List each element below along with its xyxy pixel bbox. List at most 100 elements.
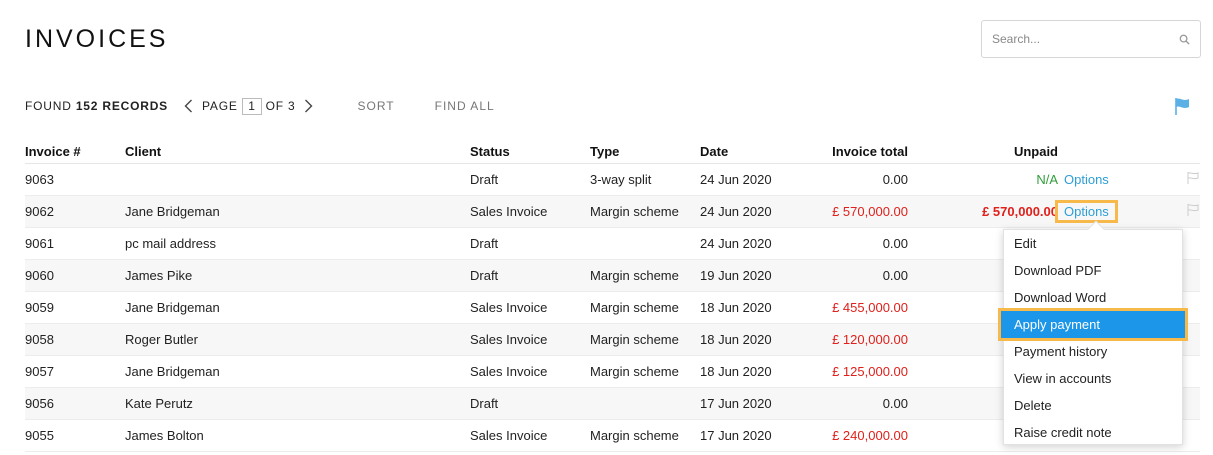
status: Sales Invoice <box>470 419 590 452</box>
options-link[interactable]: Options <box>1058 171 1115 188</box>
client-name <box>125 163 470 196</box>
header-client[interactable]: Client <box>125 141 470 164</box>
page-title: INVOICES <box>25 25 169 53</box>
find-all-button[interactable]: FIND ALL <box>435 99 495 113</box>
flag-icon[interactable] <box>1186 203 1200 217</box>
found-count: 152 RECORDS <box>75 99 168 113</box>
page-of-label: OF 3 <box>265 99 296 113</box>
table-row[interactable]: 9063 Draft 3-way split 24 Jun 2020 0.00 … <box>25 163 1200 196</box>
header-unpaid[interactable]: Unpaid <box>908 141 1058 164</box>
invoice-total: £ 570,000.00 <box>795 195 908 228</box>
invoice-total: £ 125,000.00 <box>795 355 908 388</box>
header-type[interactable]: Type <box>590 141 700 164</box>
flag-cell <box>1125 163 1200 196</box>
invoice-total: 0.00 <box>795 259 908 292</box>
client-name: James Pike <box>125 259 470 292</box>
chevron-left-icon <box>184 99 193 113</box>
invoice-date: 17 Jun 2020 <box>700 387 795 420</box>
menu-item-apply-payment[interactable]: Apply payment <box>998 308 1188 341</box>
menu-item-download-pdf[interactable]: Download PDF <box>1004 257 1182 284</box>
invoice-date: 18 Jun 2020 <box>700 323 795 356</box>
client-name: Jane Bridgeman <box>125 195 470 228</box>
invoice-number[interactable]: 9062 <box>25 195 125 228</box>
unpaid-amount: £ 570,000.00 <box>908 195 1058 228</box>
options-dropdown-menu: Edit Download PDF Download Word Apply pa… <box>998 220 1188 446</box>
invoice-type <box>590 387 700 420</box>
invoice-number[interactable]: 9060 <box>25 259 125 292</box>
flag-icon[interactable] <box>1186 171 1200 185</box>
status: Draft <box>470 163 590 196</box>
flag-icon[interactable] <box>1173 96 1193 116</box>
menu-item-raise-credit-note[interactable]: Raise credit note <box>1004 419 1182 446</box>
unpaid-amount: N/A <box>908 163 1058 196</box>
status: Sales Invoice <box>470 291 590 324</box>
next-page-button[interactable] <box>302 97 316 115</box>
menu-item-payment-history[interactable]: Payment history <box>1004 338 1182 365</box>
search-box[interactable] <box>981 20 1201 58</box>
table-row[interactable]: 9062 Jane Bridgeman Sales Invoice Margin… <box>25 195 1200 228</box>
invoice-number[interactable]: 9061 <box>25 227 125 260</box>
status: Draft <box>470 259 590 292</box>
invoice-date: 24 Jun 2020 <box>700 195 795 228</box>
status: Draft <box>470 227 590 260</box>
client-name: Jane Bridgeman <box>125 291 470 324</box>
invoice-type: Margin scheme <box>590 259 700 292</box>
record-count: FOUND 152 RECORDS <box>25 99 168 113</box>
invoice-type: Margin scheme <box>590 355 700 388</box>
invoice-number[interactable]: 9059 <box>25 291 125 324</box>
header-flag <box>1125 141 1200 164</box>
flag-cell <box>1125 195 1200 228</box>
invoice-total: 0.00 <box>795 163 908 196</box>
invoice-date: 17 Jun 2020 <box>700 419 795 452</box>
chevron-right-icon <box>305 99 313 113</box>
menu-item-view-in-accounts[interactable]: View in accounts <box>1004 365 1182 392</box>
header-options <box>1058 141 1125 164</box>
invoice-total: £ 120,000.00 <box>795 323 908 356</box>
status: Draft <box>470 387 590 420</box>
options-link[interactable]: Options <box>1055 199 1118 223</box>
menu-item-download-word[interactable]: Download Word <box>1004 284 1182 311</box>
client-name: James Bolton <box>125 419 470 452</box>
invoice-date: 19 Jun 2020 <box>700 259 795 292</box>
invoice-type: 3-way split <box>590 163 700 196</box>
search-icon[interactable] <box>1179 34 1190 45</box>
invoice-type: Margin scheme <box>590 291 700 324</box>
invoice-type: Margin scheme <box>590 419 700 452</box>
client-name: Kate Perutz <box>125 387 470 420</box>
menu-item-delete[interactable]: Delete <box>1004 392 1182 419</box>
invoice-type <box>590 227 700 260</box>
pagination-toolbar: FOUND 152 RECORDS PAGE OF 3 SORT FIND AL… <box>25 97 495 115</box>
sort-button[interactable]: SORT <box>358 99 395 113</box>
invoice-total: £ 455,000.00 <box>795 291 908 324</box>
options-cell: Options <box>1055 195 1125 228</box>
status: Sales Invoice <box>470 323 590 356</box>
status: Sales Invoice <box>470 355 590 388</box>
header-status[interactable]: Status <box>470 141 590 164</box>
invoice-date: 24 Jun 2020 <box>700 227 795 260</box>
invoice-number[interactable]: 9055 <box>25 419 125 452</box>
client-name: Roger Butler <box>125 323 470 356</box>
found-label: FOUND <box>25 99 72 113</box>
page-number-input[interactable] <box>241 97 262 115</box>
client-name: Jane Bridgeman <box>125 355 470 388</box>
header-invoice[interactable]: Invoice # <box>25 141 125 164</box>
table-header-row: Invoice # Client Status Type Date Invoic… <box>25 141 1200 164</box>
options-cell: Options <box>1058 163 1125 196</box>
status: Sales Invoice <box>470 195 590 228</box>
page-label: PAGE <box>201 99 238 113</box>
invoice-date: 24 Jun 2020 <box>700 163 795 196</box>
search-input[interactable] <box>982 21 1172 57</box>
invoice-total: 0.00 <box>795 387 908 420</box>
invoice-date: 18 Jun 2020 <box>700 291 795 324</box>
client-name: pc mail address <box>125 227 470 260</box>
header-invoice-total[interactable]: Invoice total <box>795 141 908 164</box>
invoice-type: Margin scheme <box>590 323 700 356</box>
invoice-number[interactable]: 9063 <box>25 163 125 196</box>
invoice-date: 18 Jun 2020 <box>700 355 795 388</box>
invoice-number[interactable]: 9056 <box>25 387 125 420</box>
invoice-number[interactable]: 9058 <box>25 323 125 356</box>
invoice-type: Margin scheme <box>590 195 700 228</box>
header-date[interactable]: Date <box>700 141 795 164</box>
invoice-number[interactable]: 9057 <box>25 355 125 388</box>
prev-page-button[interactable] <box>182 97 196 115</box>
